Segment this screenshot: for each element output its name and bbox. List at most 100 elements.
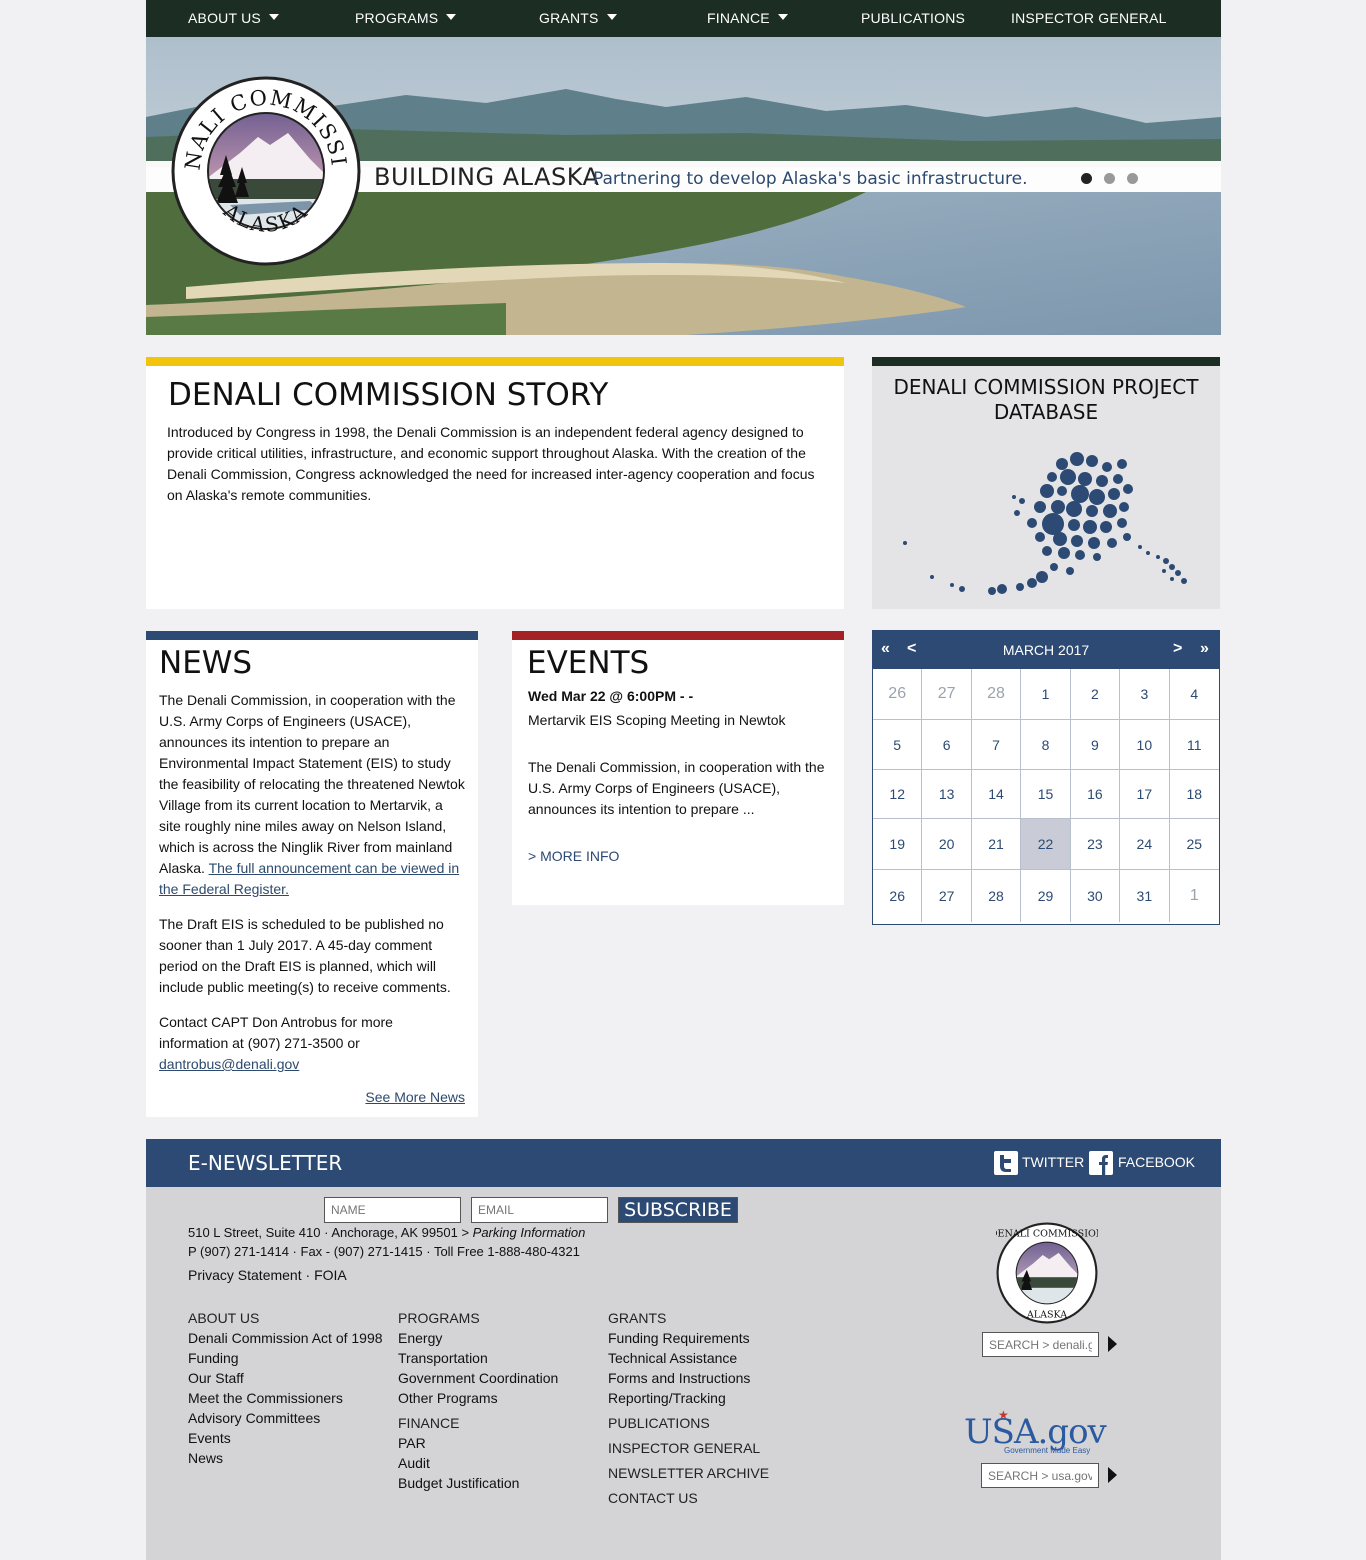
twitter-icon[interactable] xyxy=(994,1151,1018,1175)
calendar-day[interactable]: 3 xyxy=(1120,669,1170,720)
calendar-next-button[interactable]: > xyxy=(1173,640,1182,658)
footer-link-denali-commission-act-of-1998[interactable]: Denali Commission Act of 1998 xyxy=(188,1328,383,1348)
footer-link-publications[interactable]: PUBLICATIONS xyxy=(608,1413,769,1433)
map-dot xyxy=(1093,553,1101,561)
nav-about-us[interactable]: ABOUT US xyxy=(188,0,279,37)
calendar-day[interactable]: 14 xyxy=(971,770,1022,819)
footer-link-budget-justification[interactable]: Budget Justification xyxy=(398,1473,558,1493)
project-database-panel[interactable]: DENALI COMMISSION PROJECT DATABASE xyxy=(872,357,1220,609)
calendar-day[interactable]: 26 xyxy=(873,669,923,720)
facebook-link[interactable]: FACEBOOK xyxy=(1118,1154,1195,1170)
search-denali-submit-icon[interactable] xyxy=(1108,1336,1117,1352)
map-dot xyxy=(1036,571,1048,583)
calendar-day[interactable]: 31 xyxy=(1120,870,1170,922)
nav-inspector-general[interactable]: INSPECTOR GENERAL xyxy=(1011,0,1167,37)
subscribe-button[interactable]: SUBSCRIBE xyxy=(618,1197,738,1223)
newsletter-name-input[interactable] xyxy=(324,1197,461,1223)
facebook-icon[interactable] xyxy=(1089,1151,1113,1175)
footer-link-about-us[interactable]: ABOUT US xyxy=(188,1308,383,1328)
parking-info-link[interactable]: Parking Information xyxy=(473,1225,586,1240)
calendar-last-button[interactable]: » xyxy=(1200,640,1209,658)
footer-link-transportation[interactable]: Transportation xyxy=(398,1348,558,1368)
calendar-day[interactable]: 29 xyxy=(1021,870,1071,922)
events-calendar: « < MARCH 2017 > » 26 27 28 1 2 3 4 5 6 7 8 9 10 11 12… xyxy=(872,630,1220,925)
footer-link-par[interactable]: PAR xyxy=(398,1433,558,1453)
carousel-dot-2[interactable] xyxy=(1104,173,1115,184)
calendar-day[interactable]: 13 xyxy=(922,770,972,819)
calendar-day[interactable]: 9 xyxy=(1070,720,1121,770)
footer-link-reporting-tracking[interactable]: Reporting/Tracking xyxy=(608,1388,769,1408)
calendar-day[interactable]: 20 xyxy=(922,819,972,870)
privacy-statement-link[interactable]: Privacy Statement xyxy=(188,1267,302,1283)
calendar-day[interactable]: 19 xyxy=(873,819,923,870)
calendar-day[interactable]: 16 xyxy=(1070,770,1121,819)
calendar-day[interactable]: 26 xyxy=(873,870,923,922)
calendar-day[interactable]: 11 xyxy=(1169,720,1219,770)
calendar-day[interactable]: 27 xyxy=(922,669,972,720)
calendar-day[interactable]: 28 xyxy=(972,870,1022,922)
footer-link-funding[interactable]: Funding xyxy=(188,1348,383,1368)
footer-link-government-coordination[interactable]: Government Coordination xyxy=(398,1368,558,1388)
calendar-day[interactable]: 18 xyxy=(1169,770,1219,819)
calendar-day[interactable]: 22 xyxy=(1021,819,1071,870)
calendar-day[interactable]: 21 xyxy=(971,819,1022,870)
foia-link[interactable]: FOIA xyxy=(314,1267,347,1283)
calendar-day[interactable]: 15 xyxy=(1021,770,1071,819)
nav-grants[interactable]: GRANTS xyxy=(539,0,617,37)
federal-register-link[interactable]: The full announcement can be viewed in t… xyxy=(159,860,459,897)
footer-link-programs[interactable]: PROGRAMS xyxy=(398,1308,558,1328)
footer-link-advisory-committees[interactable]: Advisory Committees xyxy=(188,1408,383,1428)
footer-seal-logo[interactable]: DENALI COMMISSION ALASKA xyxy=(996,1222,1098,1324)
map-dot xyxy=(1047,472,1057,482)
calendar-day[interactable]: 5 xyxy=(873,720,923,770)
footer-link-contact-us[interactable]: CONTACT US xyxy=(608,1488,769,1508)
calendar-day[interactable]: 24 xyxy=(1120,819,1170,870)
search-usa-gov-input[interactable] xyxy=(981,1463,1099,1488)
newsletter-email-input[interactable] xyxy=(471,1197,608,1223)
see-more-news-link[interactable]: See More News xyxy=(365,1089,465,1105)
footer-link-our-staff[interactable]: Our Staff xyxy=(188,1368,383,1388)
contact-email-link[interactable]: dantrobus@denali.gov xyxy=(159,1056,299,1072)
footer-link-forms-and-instructions[interactable]: Forms and Instructions xyxy=(608,1368,769,1388)
footer-link-audit[interactable]: Audit xyxy=(398,1453,558,1473)
calendar-day[interactable]: 4 xyxy=(1169,669,1219,720)
map-dot xyxy=(1050,563,1058,571)
calendar-day[interactable]: 7 xyxy=(971,720,1022,770)
twitter-link[interactable]: TWITTER xyxy=(1022,1154,1084,1170)
calendar-day[interactable]: 1 xyxy=(1021,669,1071,720)
calendar-day[interactable]: 23 xyxy=(1070,819,1121,870)
calendar-day[interactable]: 8 xyxy=(1021,720,1071,770)
calendar-day[interactable]: 28 xyxy=(971,669,1022,720)
event-more-info-link[interactable]: > MORE INFO xyxy=(528,848,619,864)
denali-commission-seal-logo[interactable]: DENALI COMMISSION ALASKA xyxy=(170,75,362,267)
footer-link-events[interactable]: Events xyxy=(188,1428,383,1448)
footer-link-funding-requirements[interactable]: Funding Requirements xyxy=(608,1328,769,1348)
footer-link-news[interactable]: News xyxy=(188,1448,383,1468)
calendar-day[interactable]: 10 xyxy=(1120,720,1170,770)
carousel-dot-3[interactable] xyxy=(1127,173,1138,184)
calendar-day[interactable]: 27 xyxy=(922,870,972,922)
footer-link-energy[interactable]: Energy xyxy=(398,1328,558,1348)
carousel-dot-1[interactable] xyxy=(1081,173,1092,184)
calendar-day[interactable]: 25 xyxy=(1169,819,1219,870)
calendar-day[interactable]: 1 xyxy=(1170,870,1219,922)
search-denali-input[interactable] xyxy=(982,1332,1099,1357)
footer-link-grants[interactable]: GRANTS xyxy=(608,1308,769,1328)
calendar-day[interactable]: 30 xyxy=(1071,870,1121,922)
footer-link-newsletter-archive[interactable]: NEWSLETTER ARCHIVE xyxy=(608,1463,769,1483)
footer-link-technical-assistance[interactable]: Technical Assistance xyxy=(608,1348,769,1368)
footer-link-inspector-general[interactable]: INSPECTOR GENERAL xyxy=(608,1438,769,1458)
calendar-day[interactable]: 2 xyxy=(1070,669,1121,720)
footer-link-meet-the-commissioners[interactable]: Meet the Commissioners xyxy=(188,1388,383,1408)
footer-link-other-programs[interactable]: Other Programs xyxy=(398,1388,558,1408)
search-usa-gov-submit-icon[interactable] xyxy=(1108,1467,1117,1483)
nav-publications[interactable]: PUBLICATIONS xyxy=(861,0,965,37)
nav-finance[interactable]: FINANCE xyxy=(707,0,788,37)
calendar-day[interactable]: 6 xyxy=(922,720,972,770)
event-name[interactable]: Mertarvik EIS Scoping Meeting in Newtok xyxy=(528,712,786,728)
usa-gov-logo[interactable]: USA.gov Government Made Easy ★ xyxy=(964,1408,1124,1456)
calendar-day[interactable]: 12 xyxy=(873,770,923,819)
nav-programs[interactable]: PROGRAMS xyxy=(355,0,457,37)
footer-link-finance[interactable]: FINANCE xyxy=(398,1413,558,1433)
calendar-day[interactable]: 17 xyxy=(1120,770,1170,819)
